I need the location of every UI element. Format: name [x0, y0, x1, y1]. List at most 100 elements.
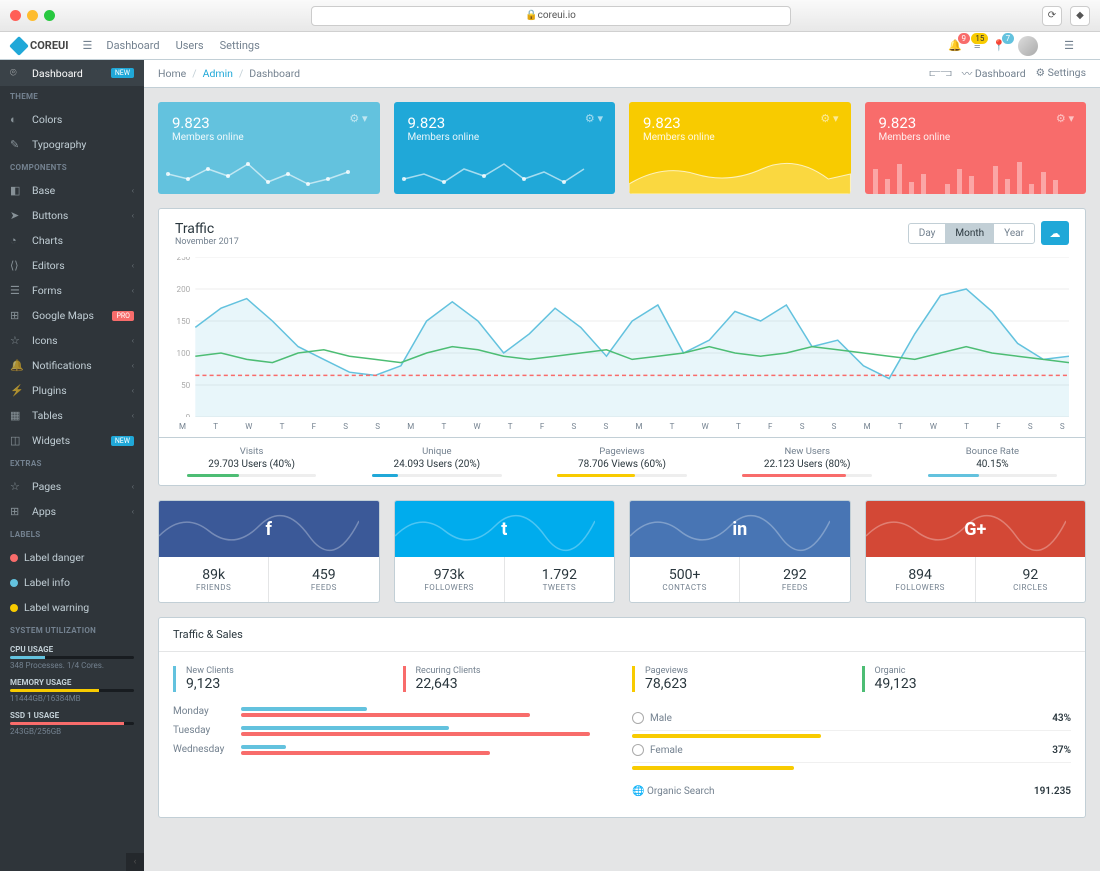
gear-icon[interactable]: ⚙ ▾: [585, 112, 603, 125]
person-icon: [632, 744, 644, 756]
gear-icon[interactable]: ⚙ ▾: [349, 112, 367, 125]
sidebar-title-sys: SYSTEM UTILIZATION: [0, 620, 144, 641]
ts-gender-row: Female37%: [632, 738, 1071, 770]
social-icon: f: [266, 519, 272, 540]
location-icon[interactable]: 📍7: [992, 39, 1006, 52]
sidebar-label[interactable]: Label danger: [0, 545, 144, 570]
sys-cpu: CPU USAGE348 Processes. 1/4 Cores.: [0, 641, 144, 674]
refresh-button[interactable]: ⟳: [1042, 6, 1062, 26]
ts-metric: Pageviews78,623: [632, 666, 842, 692]
bc-admin[interactable]: Admin: [203, 67, 233, 80]
svg-text:150: 150: [177, 317, 191, 326]
sidebar-typography[interactable]: ✎Typography: [0, 132, 144, 157]
stat-label: Members online: [643, 132, 837, 143]
sidebar-charts[interactable]: ◔Charts: [0, 228, 144, 253]
sidebar-plugins[interactable]: ⚡Plugins‹: [0, 378, 144, 403]
traffic-chart: 050100150200250 MTWTFSSMTWTFSSMTWTFSSMTW…: [159, 247, 1085, 437]
traffic-footer-col: Pageviews78.706 Views (60%): [529, 438, 714, 485]
sidebar-widgets[interactable]: ◫WidgetsNEW: [0, 428, 144, 453]
browser-chrome: 🔒 coreui.io ⟳ ◆: [0, 0, 1100, 32]
right-toggle-icon[interactable]: ☰: [1064, 39, 1074, 52]
sys-ssd: SSD 1 USAGE243GB/256GB: [0, 707, 144, 740]
brand-logo[interactable]: COREUI: [12, 39, 68, 53]
social-icon: in: [732, 519, 747, 540]
social-stat: 894FOLLOWERS: [866, 557, 975, 602]
traffic-card: TrafficNovember 2017 Day Month Year ☁ 05…: [158, 208, 1086, 486]
stat-card: ⚙ ▾9.823Members online: [394, 102, 616, 194]
period-segment: Day Month Year: [908, 223, 1035, 244]
sidebar-dashboard[interactable]: ⌾DashboardNEW: [0, 60, 144, 86]
gear-icon[interactable]: ⚙ ▾: [820, 112, 838, 125]
gear-icon[interactable]: ⚙ ▾: [1056, 112, 1074, 125]
sidebar-googlemaps[interactable]: ⊞Google MapsPRO: [0, 303, 144, 328]
social-stat: 500+CONTACTS: [630, 557, 739, 602]
nav-settings[interactable]: Settings: [220, 39, 260, 52]
bc-home[interactable]: Home: [158, 67, 186, 80]
bc-settings-link[interactable]: ⚙ Settings: [1036, 66, 1086, 81]
bell-icon[interactable]: 🔔9: [948, 39, 962, 52]
ts-metric: Organic49,123: [862, 666, 1072, 692]
sys-mem: MEMORY USAGE11444GB/16384MB: [0, 674, 144, 707]
traffic-footer-col: Bounce Rate40.15%: [900, 438, 1085, 485]
sidebar-notifications[interactable]: 🔔Notifications‹: [0, 353, 144, 378]
period-month[interactable]: Month: [945, 224, 994, 243]
stat-card: ⚙ ▾9.823Members online: [865, 102, 1087, 194]
social-card: in 500+CONTACTS292FEEDS: [629, 500, 851, 603]
traffic-subtitle: November 2017: [175, 237, 239, 247]
social-stat: 973kFOLLOWERS: [395, 557, 504, 602]
sidebar-icons[interactable]: ☆Icons‹: [0, 328, 144, 353]
stat-value: 9.823: [408, 114, 602, 132]
sidebar-title-extras: EXTRAS: [0, 453, 144, 474]
traffic-footer-col: Visits29.703 Users (40%): [159, 438, 344, 485]
sidebar-minimize-icon[interactable]: ‹: [126, 853, 144, 871]
sidebar-forms[interactable]: ☰Forms‹: [0, 278, 144, 303]
period-day[interactable]: Day: [909, 224, 946, 243]
bc-graph-icon[interactable]: ⫍⫎: [929, 66, 951, 81]
stat-label: Members online: [408, 132, 602, 143]
ts-gender-row: Male43%: [632, 706, 1071, 738]
social-stat: 1.792TWEETS: [504, 557, 614, 602]
list-icon[interactable]: ≡15: [974, 39, 980, 52]
svg-text:0: 0: [186, 413, 191, 417]
sidebar-pages[interactable]: ☆Pages‹: [0, 474, 144, 499]
avatar[interactable]: [1018, 36, 1038, 56]
sidebar-colors[interactable]: ◐Colors: [0, 107, 144, 132]
bc-dashboard-link[interactable]: 〰 Dashboard: [962, 66, 1026, 81]
sidebar-apps[interactable]: ⊞Apps‹: [0, 499, 144, 524]
sidebar-label[interactable]: Label warning: [0, 595, 144, 620]
stat-value: 9.823: [172, 114, 366, 132]
organic-search-label: Organic Search: [647, 786, 715, 797]
social-card: G+894FOLLOWERS92CIRCLES: [865, 500, 1087, 603]
menu-toggle-icon[interactable]: ☰: [82, 39, 92, 52]
nav-users[interactable]: Users: [176, 39, 204, 52]
download-button[interactable]: ☁: [1041, 221, 1069, 245]
organic-search-value: 191.235: [1034, 786, 1071, 797]
social-stat: 292FEEDS: [739, 557, 849, 602]
sidebar-title-components: COMPONENTS: [0, 157, 144, 178]
app-header: COREUI ☰ Dashboard Users Settings 🔔9 ≡15…: [0, 32, 1100, 60]
stat-value: 9.823: [643, 114, 837, 132]
window-controls[interactable]: [10, 10, 55, 21]
sidebar-tables[interactable]: ▦Tables‹: [0, 403, 144, 428]
sidebar-buttons[interactable]: ➤Buttons‹: [0, 203, 144, 228]
person-icon: [632, 712, 644, 724]
svg-text:200: 200: [177, 285, 191, 294]
sidebar-editors[interactable]: ⟨⟩Editors‹: [0, 253, 144, 278]
sidebar-title-theme: THEME: [0, 86, 144, 107]
stat-card: ⚙ ▾9.823Members online: [158, 102, 380, 194]
ts-day-row: Tuesday: [173, 725, 612, 736]
svg-text:100: 100: [177, 349, 191, 358]
sidebar-label[interactable]: Label info: [0, 570, 144, 595]
top-nav: Dashboard Users Settings: [106, 39, 259, 52]
stat-label: Members online: [879, 132, 1073, 143]
traffic-footer-col: New Users22.123 Users (80%): [715, 438, 900, 485]
shield-icon[interactable]: ◆: [1070, 6, 1090, 26]
sidebar-base[interactable]: ◧Base‹: [0, 178, 144, 203]
address-bar[interactable]: 🔒 coreui.io: [311, 6, 791, 26]
bc-current: Dashboard: [249, 67, 300, 80]
social-stat: 89kFRIENDS: [159, 557, 268, 602]
nav-dashboard[interactable]: Dashboard: [106, 39, 159, 52]
period-year[interactable]: Year: [994, 224, 1034, 243]
social-stat: 92CIRCLES: [975, 557, 1085, 602]
svg-text:50: 50: [181, 381, 191, 390]
